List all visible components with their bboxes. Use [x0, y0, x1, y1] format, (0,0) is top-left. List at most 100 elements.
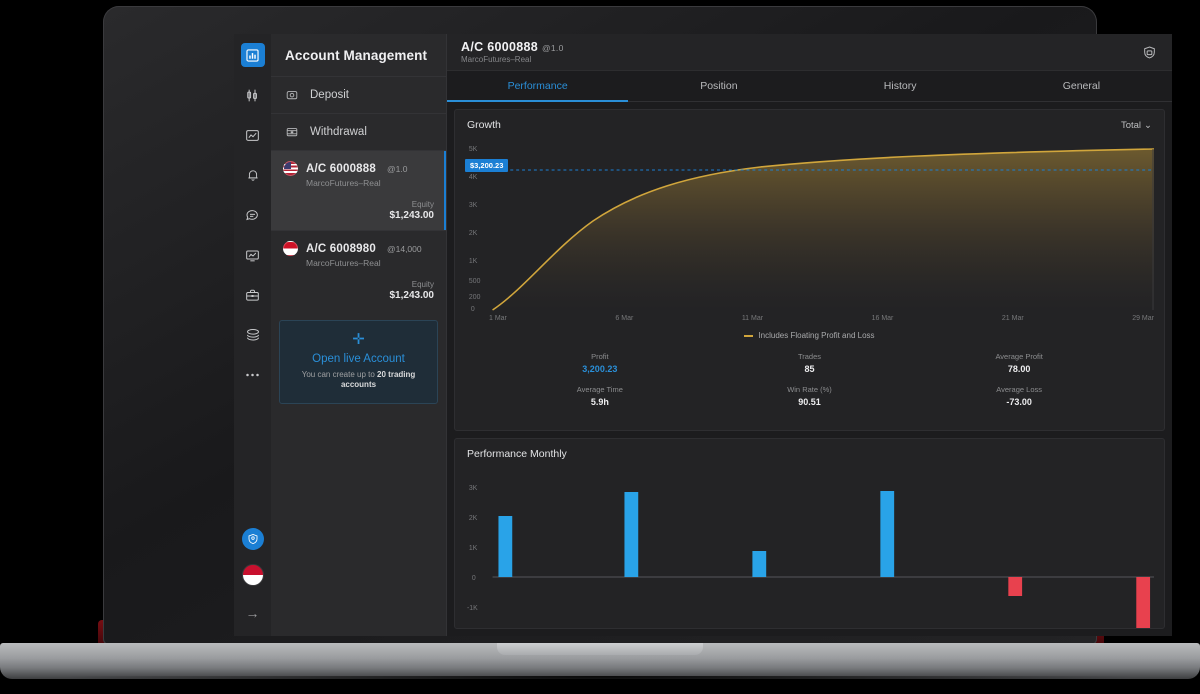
sidebar-item-label: Withdrawal: [310, 126, 367, 138]
candlestick-icon[interactable]: [241, 83, 265, 107]
svg-text:3K: 3K: [469, 485, 478, 492]
dropdown-label: Total: [1120, 119, 1142, 131]
bar-positive-1: [498, 516, 513, 577]
stat-label: Win Rate (%): [787, 385, 832, 394]
account-header: A/C 6000888 @1.0: [283, 161, 434, 176]
svg-text:4K: 4K: [469, 174, 478, 181]
bar-negative-2: [1136, 577, 1151, 628]
account-sidebar: Account Management Deposit Withdrawal A/…: [271, 34, 447, 636]
growth-chart-svg: 5K 4K 3K 2K 1K 500 200 0: [469, 146, 1154, 313]
x-tick: 21 Mar: [1001, 315, 1024, 322]
layers-icon[interactable]: [241, 323, 265, 347]
stat-value: 85: [804, 364, 815, 374]
monthly-card-header: Performance Monthly: [455, 439, 1164, 464]
bar-negative-1: [1008, 577, 1023, 596]
collapse-arrow-icon[interactable]: →: [242, 602, 264, 624]
stat-value: 5.9h: [590, 397, 609, 407]
monitor-icon[interactable]: [241, 243, 265, 267]
laptop-shadow: [60, 676, 1140, 690]
laptop-base: [0, 643, 1200, 679]
growth-title: Growth: [467, 119, 501, 131]
tab-bar: Performance Position History General: [447, 71, 1172, 102]
stat-value: -73.00: [1006, 397, 1032, 407]
equity-value: $1,243.00: [389, 210, 435, 221]
account-equity: Equity $1,243.00: [283, 200, 435, 221]
open-live-account-hint: You can create up to 20 trading accounts: [288, 370, 429, 391]
growth-card-header: Growth Total ⌄: [455, 110, 1164, 135]
growth-chart: 5K 4K 3K 2K 1K 500 200 0 $3,200.23: [465, 139, 1154, 314]
svg-text:200: 200: [469, 294, 481, 301]
laptop-lid: → Account Management Deposit Withdrawal …: [103, 6, 1172, 645]
screenshot-root: → Account Management Deposit Withdrawal …: [0, 0, 1200, 694]
growth-x-axis: 1 Mar 6 Mar 11 Mar 16 Mar 21 Mar 29 Mar: [489, 315, 1154, 322]
monthly-chart: 3K 2K 1K 0 -1K: [465, 468, 1154, 628]
equity-label: Equity: [411, 200, 434, 209]
account-name: A/C 6008980: [306, 242, 376, 255]
page-title-text: A/C 6000888: [461, 40, 538, 54]
svg-text:0: 0: [471, 306, 475, 313]
account-broker: MarcoFutures–Real: [306, 178, 381, 188]
tab-history[interactable]: History: [810, 71, 991, 101]
legend-label: Includes Floating Profit and Loss: [758, 331, 875, 340]
stat-profit: Profit 3,200.23: [495, 352, 705, 374]
account-equity: Equity $1,243.00: [283, 280, 435, 301]
account-card-6008980[interactable]: A/C 6008980 @14,000 MarcoFutures–Real Eq…: [271, 230, 446, 310]
laptop-screen: → Account Management Deposit Withdrawal …: [234, 34, 1172, 636]
hint-prefix: You can create up to: [301, 370, 378, 379]
bell-icon[interactable]: [241, 163, 265, 187]
performance-monthly-card: Performance Monthly 3K 2K 1K 0 -1K: [454, 438, 1165, 629]
tab-performance[interactable]: Performance: [447, 71, 629, 102]
chevron-down-icon: ⌄: [1144, 119, 1152, 131]
sidebar-item-label: Deposit: [310, 89, 349, 101]
account-leverage: @1.0: [386, 163, 408, 174]
account-broker: MarcoFutures–Real: [306, 258, 381, 268]
svg-text:500: 500: [469, 278, 481, 285]
performance-stats: Profit 3,200.23 Trades 85 Average Profit…: [495, 352, 1124, 418]
growth-value-badge: $3,200.23: [465, 159, 509, 172]
monthly-title: Performance Monthly: [467, 448, 567, 460]
stat-average-loss: Average Loss -73.00: [914, 385, 1124, 407]
more-icon[interactable]: [241, 363, 265, 387]
growth-card: Growth Total ⌄ 5K 4K 3K 2K 1K 500 200 0 …: [454, 109, 1165, 431]
x-tick: 6 Mar: [615, 315, 634, 322]
growth-period-dropdown[interactable]: Total ⌄: [1121, 120, 1152, 131]
equity-label: Equity: [411, 280, 434, 289]
stat-label: Profit: [591, 352, 609, 361]
shield-icon[interactable]: [1140, 43, 1158, 61]
svg-text:-1K: -1K: [467, 605, 478, 612]
account-topbar: A/C 6000888 @1.0 MarcoFutures–Real: [447, 34, 1172, 71]
monthly-chart-svg: 3K 2K 1K 0 -1K: [467, 485, 1154, 628]
account-card-6000888[interactable]: A/C 6000888 @1.0 MarcoFutures–Real Equit…: [271, 150, 446, 230]
user-avatar[interactable]: [241, 528, 264, 550]
svg-text:1K: 1K: [469, 258, 478, 265]
language-flag-icon[interactable]: [241, 564, 264, 586]
plus-icon: ✛: [352, 331, 365, 348]
stat-average-time: Average Time 5.9h: [495, 385, 705, 407]
tab-content-performance: Growth Total ⌄ 5K 4K 3K 2K 1K 500 200 0 …: [447, 102, 1172, 636]
tab-general[interactable]: General: [991, 71, 1172, 101]
sidebar-item-withdrawal[interactable]: Withdrawal: [271, 113, 446, 150]
stat-label: Average Time: [576, 385, 623, 394]
svg-text:2K: 2K: [469, 230, 478, 237]
chat-icon[interactable]: [241, 203, 265, 227]
main-pane: A/C 6000888 @1.0 MarcoFutures–Real Perfo…: [447, 34, 1172, 636]
briefcase-icon[interactable]: [241, 283, 265, 307]
icon-rail: →: [234, 34, 271, 636]
indonesia-flag-icon: [283, 241, 298, 256]
sidebar-title: Account Management: [285, 48, 428, 63]
stat-label: Average Loss: [996, 385, 1042, 394]
svg-text:3K: 3K: [469, 202, 478, 209]
tab-position[interactable]: Position: [628, 71, 809, 101]
stat-label: Trades: [797, 352, 822, 361]
growth-legend: Includes Floating Profit and Loss: [455, 331, 1164, 340]
chart-image-icon[interactable]: [241, 123, 265, 147]
sidebar-item-deposit[interactable]: Deposit: [271, 76, 446, 113]
open-live-account-button[interactable]: ✛ Open live Account You can create up to…: [279, 320, 438, 404]
withdrawal-icon: [285, 125, 299, 139]
x-tick: 29 Mar: [1132, 315, 1154, 322]
dashboard-icon[interactable]: [240, 43, 265, 67]
stat-value: 78.00: [1007, 364, 1031, 374]
stat-average-profit: Average Profit 78.00: [914, 352, 1124, 374]
page-subtitle: MarcoFutures–Real: [461, 55, 532, 64]
x-tick: 16 Mar: [871, 315, 894, 322]
